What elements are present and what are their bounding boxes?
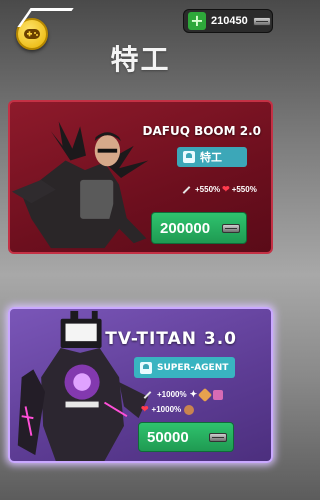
character-name: TV-TITAN 3.0 <box>105 329 237 349</box>
character-name: DAFUQ BOOM 2.0 <box>142 124 262 138</box>
price-button[interactable]: 50000 <box>138 422 234 452</box>
rank-badge: 特工 <box>177 147 247 167</box>
gem-icon <box>198 387 213 402</box>
page-title: 特工 <box>110 43 171 76</box>
agent-icon <box>183 151 195 163</box>
character-image <box>11 121 149 249</box>
price-value: 50000 <box>147 428 189 446</box>
rank-label: 特工 <box>200 151 222 164</box>
attack-stat: +1000% <box>157 390 187 399</box>
stats-row: +550% ❤ +550% <box>180 184 257 195</box>
attack-stat: +550% <box>195 185 221 194</box>
health-row: ❤ +1000% <box>141 404 195 415</box>
currency-value: 210450 <box>211 15 248 27</box>
health-stat: +1000% <box>151 405 182 414</box>
rank-label: SUPER-AGENT <box>157 362 229 373</box>
chip-icon <box>222 223 240 233</box>
character-card-dafuq-boom[interactable]: DAFUQ BOOM 2.0 特工 +550% ❤ +550% 200000 <box>8 100 273 254</box>
sparkle-icon: ✦ <box>189 389 198 399</box>
heart-icon: ❤ <box>222 184 230 194</box>
character-card-tv-titan[interactable]: TV-TITAN 3.0 SUPER-AGENT +1000% ✦ ❤ +100… <box>8 307 273 463</box>
attack-row: +1000% ✦ <box>141 387 224 402</box>
sword-icon <box>143 390 152 399</box>
add-currency-button[interactable]: + <box>188 12 206 30</box>
gem-icon <box>184 404 195 415</box>
top-bar: + 210450 特工 <box>0 0 281 76</box>
agent-icon <box>140 361 152 374</box>
chip-icon <box>252 16 271 26</box>
chip-icon <box>209 432 227 442</box>
price-value: 200000 <box>160 219 211 237</box>
price-button[interactable]: 200000 <box>151 212 247 244</box>
rank-badge: SUPER-AGENT <box>134 357 235 378</box>
health-stat: +550% <box>231 185 257 194</box>
sword-icon <box>182 185 191 194</box>
currency-display: + 210450 <box>183 9 273 33</box>
heart-icon: ❤ <box>141 404 149 414</box>
gem-icon <box>213 389 224 400</box>
